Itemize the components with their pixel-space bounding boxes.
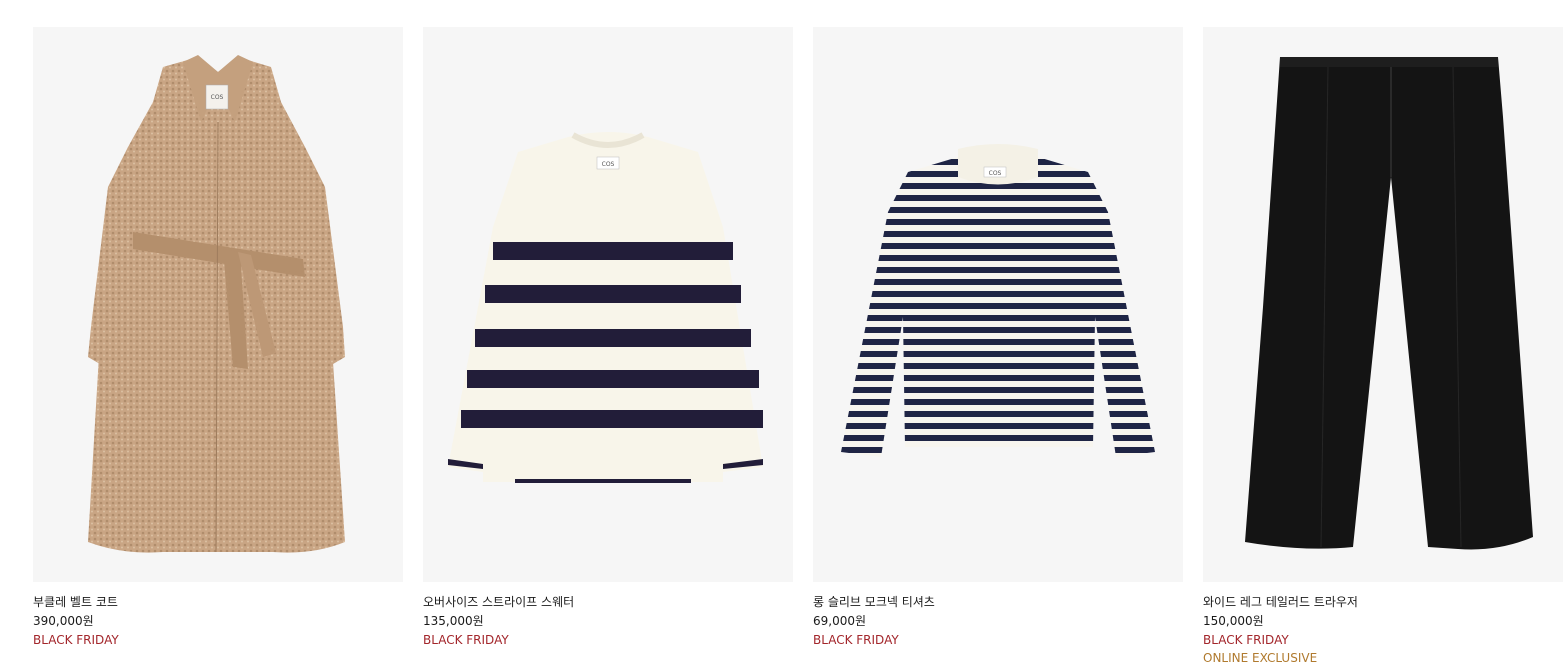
product-price: 390,000원: [33, 614, 94, 628]
black-friday-badge: BLACK FRIDAY: [33, 633, 119, 647]
product-card[interactable]: COS 오버사이즈 스트라이프 스웨터 135,000원 BLACK FRIDA…: [423, 27, 793, 666]
coat-icon: COS: [88, 55, 345, 553]
product-image[interactable]: COS: [33, 27, 403, 582]
product-grid: COS 부클레 벨트 코트 390,000원 BLACK FRIDAY COS …: [33, 27, 1563, 666]
product-name[interactable]: 와이드 레그 테일러드 트라우저: [1203, 595, 1358, 610]
label-text: COS: [602, 161, 615, 168]
black-friday-badge: BLACK FRIDAY: [423, 633, 509, 647]
product-image[interactable]: COS: [423, 27, 793, 582]
sweater-icon: COS: [448, 132, 763, 483]
black-friday-badge: BLACK FRIDAY: [813, 633, 899, 647]
online-exclusive-badge: ONLINE EXCLUSIVE: [1203, 651, 1318, 665]
trousers-icon: [1245, 57, 1533, 550]
product-price: 150,000원: [1203, 614, 1264, 628]
product-image[interactable]: [1203, 27, 1563, 582]
label-text: COS: [989, 170, 1002, 177]
label-text: COS: [211, 94, 224, 101]
product-price: 69,000원: [813, 614, 867, 628]
tshirt-icon: COS: [841, 144, 1155, 457]
product-name[interactable]: 오버사이즈 스트라이프 스웨터: [423, 595, 574, 610]
product-card[interactable]: COS 부클레 벨트 코트 390,000원 BLACK FRIDAY: [33, 27, 403, 666]
black-friday-badge: BLACK FRIDAY: [1203, 633, 1289, 647]
product-image[interactable]: COS: [813, 27, 1183, 582]
product-name[interactable]: 롱 슬리브 모크넥 티셔츠: [813, 595, 935, 610]
product-price: 135,000원: [423, 614, 484, 628]
product-card[interactable]: COS 롱 슬리브 모크넥 티셔츠 69,000원 BLACK FRIDAY: [813, 27, 1183, 666]
product-name[interactable]: 부클레 벨트 코트: [33, 595, 118, 610]
product-card[interactable]: 와이드 레그 테일러드 트라우저 150,000원 BLACK FRIDAY O…: [1203, 27, 1563, 666]
